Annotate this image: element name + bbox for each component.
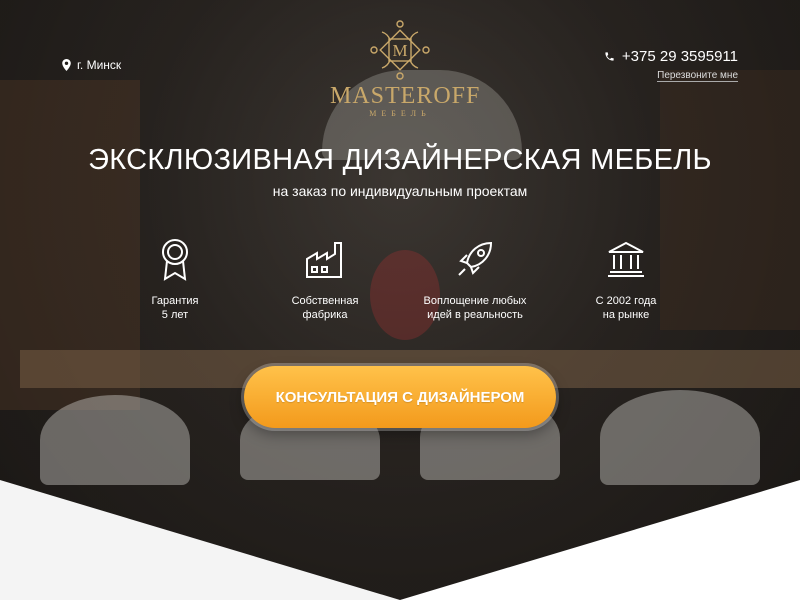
logo-monogram: M xyxy=(392,41,407,60)
phone-number[interactable]: +375 29 3595911 xyxy=(604,48,738,65)
feature-label: Гарантия 5 лет xyxy=(151,295,199,321)
logo[interactable]: M MASTEROFF МЕБЕЛЬ xyxy=(330,18,481,118)
location: г. Минск xyxy=(62,58,121,72)
feature-warranty: Гарантия 5 лет xyxy=(105,236,245,322)
hero-section: г. Минск M MASTEROFF МЕБЕЛЬ +375 29 3595… xyxy=(0,0,800,600)
background-chair xyxy=(600,390,760,485)
consultation-button[interactable]: КОНСУЛЬТАЦИЯ С ДИЗАЙНЕРОМ xyxy=(244,366,556,428)
page-subtitle: на заказ по индивидуальным проектам xyxy=(272,183,528,199)
bank-building-icon xyxy=(608,241,644,277)
bottom-white-wedge xyxy=(0,480,800,600)
ornament-frame-icon: M xyxy=(370,20,430,80)
phone-icon xyxy=(605,52,614,61)
phone-block: +375 29 3595911 Перезвоните мне xyxy=(604,48,738,83)
logo-subtitle: МЕБЕЛЬ xyxy=(369,109,431,118)
award-ribbon-icon xyxy=(162,239,188,281)
feature-label: Воплощение любых идей в реальность xyxy=(423,295,527,321)
feature-since-2002: С 2002 года на рынке xyxy=(556,236,696,322)
features-row: Гарантия 5 лет Собственная фабрика Вопло… xyxy=(0,236,800,321)
page-title: ЭКСКЛЮЗИВНАЯ ДИЗАЙНЕРСКАЯ МЕБЕЛЬ xyxy=(88,144,712,176)
background-chair xyxy=(40,395,190,485)
feature-factory: Собственная фабрика xyxy=(255,236,395,322)
rocket-icon xyxy=(458,241,493,276)
logo-name: MASTEROFF xyxy=(330,83,481,109)
callback-link[interactable]: Перезвоните мне xyxy=(657,70,738,82)
map-pin-icon xyxy=(62,59,71,71)
location-text: г. Минск xyxy=(77,58,122,72)
feature-label: С 2002 года на рынке xyxy=(595,295,657,321)
feature-ideas: Воплощение любых идей в реальность xyxy=(405,236,545,322)
factory-icon xyxy=(306,242,342,278)
phone-number-text: +375 29 3595911 xyxy=(621,48,738,65)
feature-label: Собственная фабрика xyxy=(291,295,359,321)
logo-emblem: M xyxy=(368,18,432,82)
